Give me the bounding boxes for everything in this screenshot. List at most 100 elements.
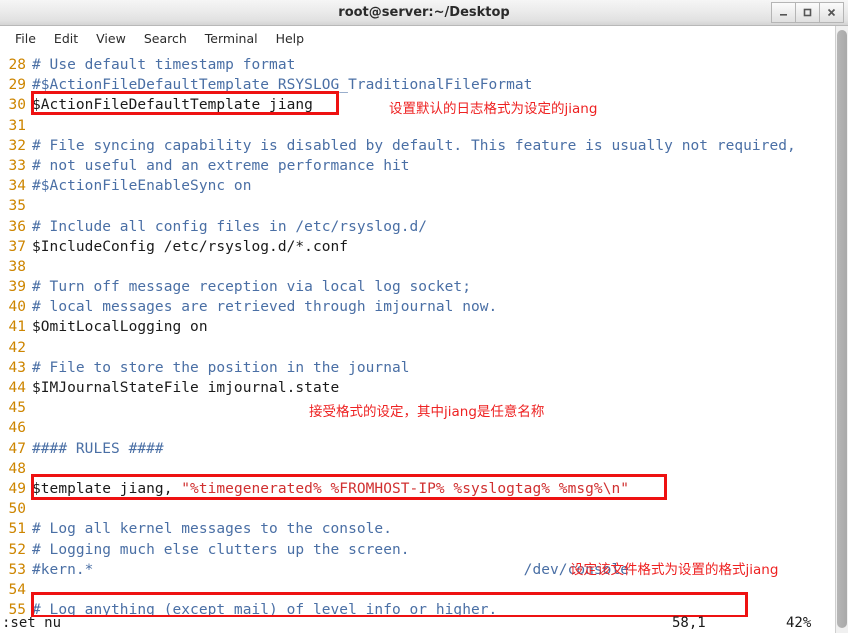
line-number: 43 <box>8 359 26 376</box>
line-number: 42 <box>8 339 26 356</box>
editor-line: 55 # Log anything (except mail) of level … <box>0 600 836 617</box>
editor-lines: 28 # Use default timestamp format 29 #$Acti… <box>0 52 836 617</box>
line-content: # Log anything (except mail) of level in… <box>32 600 497 617</box>
line-content: # File to store the position in the jour… <box>32 358 410 378</box>
terminal-content[interactable]: 28 # Use default timestamp format 29 #$Acti… <box>0 52 848 617</box>
terminal-window: root@server:~/Desktop File Edit View Sea… <box>0 0 848 633</box>
line-number: 44 <box>8 380 26 396</box>
line-number: 49 <box>8 480 26 497</box>
editor-line: 31 <box>0 116 836 136</box>
code-segment: # Log all kernel messages to the console… <box>32 521 392 538</box>
line-number: 33 <box>8 157 26 174</box>
menu-item-help[interactable]: Help <box>267 29 314 48</box>
editor-line: 41 $OmitLocalLogging on <box>0 317 836 337</box>
line-content: # local messages are retrieved through i… <box>32 297 497 317</box>
line-content: # Include all config files in /etc/rsysl… <box>32 217 427 237</box>
menu-item-file[interactable]: File <box>6 29 45 48</box>
line-content: #kern.* /dev/console <box>32 560 629 580</box>
line-number: 51 <box>8 521 26 538</box>
editor-line: 42 <box>0 338 836 358</box>
menu-item-view[interactable]: View <box>87 29 135 48</box>
line-content: $template jiang, "%timegenerated% %FROMH… <box>32 479 629 499</box>
line-content: $OmitLocalLogging on <box>32 317 208 337</box>
line-number: 46 <box>8 420 26 437</box>
line-content: # not useful and an extreme performance … <box>32 156 410 176</box>
editor-line: 38 <box>0 257 836 277</box>
editor-line: 34 #$ActionFileEnableSync on <box>0 176 836 196</box>
editor-line: 47 #### RULES #### <box>0 439 836 459</box>
editor-line: 54 <box>0 580 836 600</box>
code-segment: #$ActionFileEnableSync on <box>32 178 252 195</box>
scrollbar-thumb[interactable] <box>837 30 847 628</box>
code-segment: "%timegenerated% %FROMHOST-IP% %syslogta… <box>181 480 630 497</box>
window-title: root@server:~/Desktop <box>338 5 510 20</box>
editor-line: 39 # Turn off message reception via local… <box>0 277 836 297</box>
menu-item-terminal[interactable]: Terminal <box>196 29 267 48</box>
menu-item-search[interactable]: Search <box>135 29 196 48</box>
code-segment: #### RULES #### <box>32 440 164 457</box>
annotation-default-template: 设置默认的日志格式为设定的jiang <box>389 101 598 117</box>
line-number: 50 <box>8 501 26 518</box>
editor-line: 48 <box>0 459 836 479</box>
line-number: 47 <box>8 440 26 457</box>
code-segment: # Turn off message reception via local l… <box>32 279 471 296</box>
line-content: $IMJournalStateFile imjournal.state <box>32 378 339 398</box>
line-content: # File syncing capability is disabled by… <box>32 136 796 156</box>
status-percent: 42% <box>786 615 812 631</box>
code-segment: # not useful and an extreme performance … <box>32 157 410 174</box>
editor-line: 49 $template jiang, "%timegenerated% %FRO… <box>0 479 836 499</box>
editor-line: 46 <box>0 418 836 438</box>
line-content: $ActionFileDefaultTemplate jiang <box>32 95 313 115</box>
line-number: 39 <box>8 279 26 296</box>
annotation-template-format: 接受格式的设定，其中jiang是任意名称 <box>309 404 545 420</box>
line-number: 52 <box>8 541 26 558</box>
line-number: 40 <box>8 299 26 316</box>
maximize-icon[interactable] <box>795 2 820 23</box>
status-position: 58,1 <box>672 615 706 631</box>
vertical-scrollbar[interactable] <box>835 26 848 633</box>
line-number: 37 <box>8 238 26 255</box>
code-segment: $ActionFileDefaultTemplate jiang <box>32 97 313 114</box>
code-segment: #$ActionFileDefaultTemplate RSYSLOG_Trad… <box>32 77 533 94</box>
line-number: 29 <box>8 77 26 94</box>
editor-line: 29 #$ActionFileDefaultTemplate RSYSLOG_Tr… <box>0 75 836 95</box>
editor-line: 35 <box>0 196 836 216</box>
annotation-file-format: 设定该文件格式为设置的格式jiang <box>570 562 779 578</box>
line-content: # Turn off message reception via local l… <box>32 277 471 297</box>
line-number: 35 <box>8 198 26 215</box>
line-content: # Logging much else clutters up the scre… <box>32 540 410 560</box>
editor-line: 33 # not useful and an extreme performanc… <box>0 156 836 176</box>
minimize-icon[interactable] <box>771 2 796 23</box>
line-content: #$ActionFileEnableSync on <box>32 176 252 196</box>
editor-line: 44 $IMJournalStateFile imjournal.state <box>0 378 836 398</box>
editor-line: 32 # File syncing capability is disabled … <box>0 136 836 156</box>
line-number: 48 <box>8 460 26 477</box>
code-segment: # Logging much else clutters up the scre… <box>32 541 410 558</box>
code-segment: $OmitLocalLogging on <box>32 319 208 336</box>
menu-bar: File Edit View Search Terminal Help <box>0 26 848 52</box>
line-number: 54 <box>8 581 26 598</box>
line-number: 45 <box>8 400 26 417</box>
editor-line: 50 <box>0 499 836 519</box>
close-icon[interactable] <box>819 2 844 23</box>
editor-line: 37 $IncludeConfig /etc/rsyslog.d/*.conf <box>0 237 836 257</box>
line-number: 38 <box>8 258 26 275</box>
line-number: 53 <box>8 561 26 578</box>
editor-line: 51 # Log all kernel messages to the conso… <box>0 519 836 539</box>
line-content: $IncludeConfig /etc/rsyslog.d/*.conf <box>32 237 348 257</box>
code-segment: $IMJournalStateFile imjournal.state <box>32 380 340 396</box>
editor-line: 52 # Logging much else clutters up the sc… <box>0 540 836 560</box>
status-command: :set nu <box>2 615 62 631</box>
code-segment: # Include all config files in /etc/rsysl… <box>32 218 428 235</box>
code-segment: # File syncing capability is disabled by… <box>32 137 796 154</box>
code-segment: $IncludeConfig /etc/rsyslog.d/*.conf <box>32 238 349 255</box>
code-segment: $template jiang, <box>32 480 182 497</box>
line-number: 32 <box>8 137 26 154</box>
line-content: # Log all kernel messages to the console… <box>32 519 392 539</box>
menu-item-edit[interactable]: Edit <box>45 29 87 48</box>
editor-line: 28 # Use default timestamp format <box>0 55 836 75</box>
line-number: 36 <box>8 218 26 235</box>
code-segment: # File to store the position in the jour… <box>32 359 410 376</box>
line-number: 31 <box>8 117 26 134</box>
editor-line: 40 # local messages are retrieved through… <box>0 297 836 317</box>
